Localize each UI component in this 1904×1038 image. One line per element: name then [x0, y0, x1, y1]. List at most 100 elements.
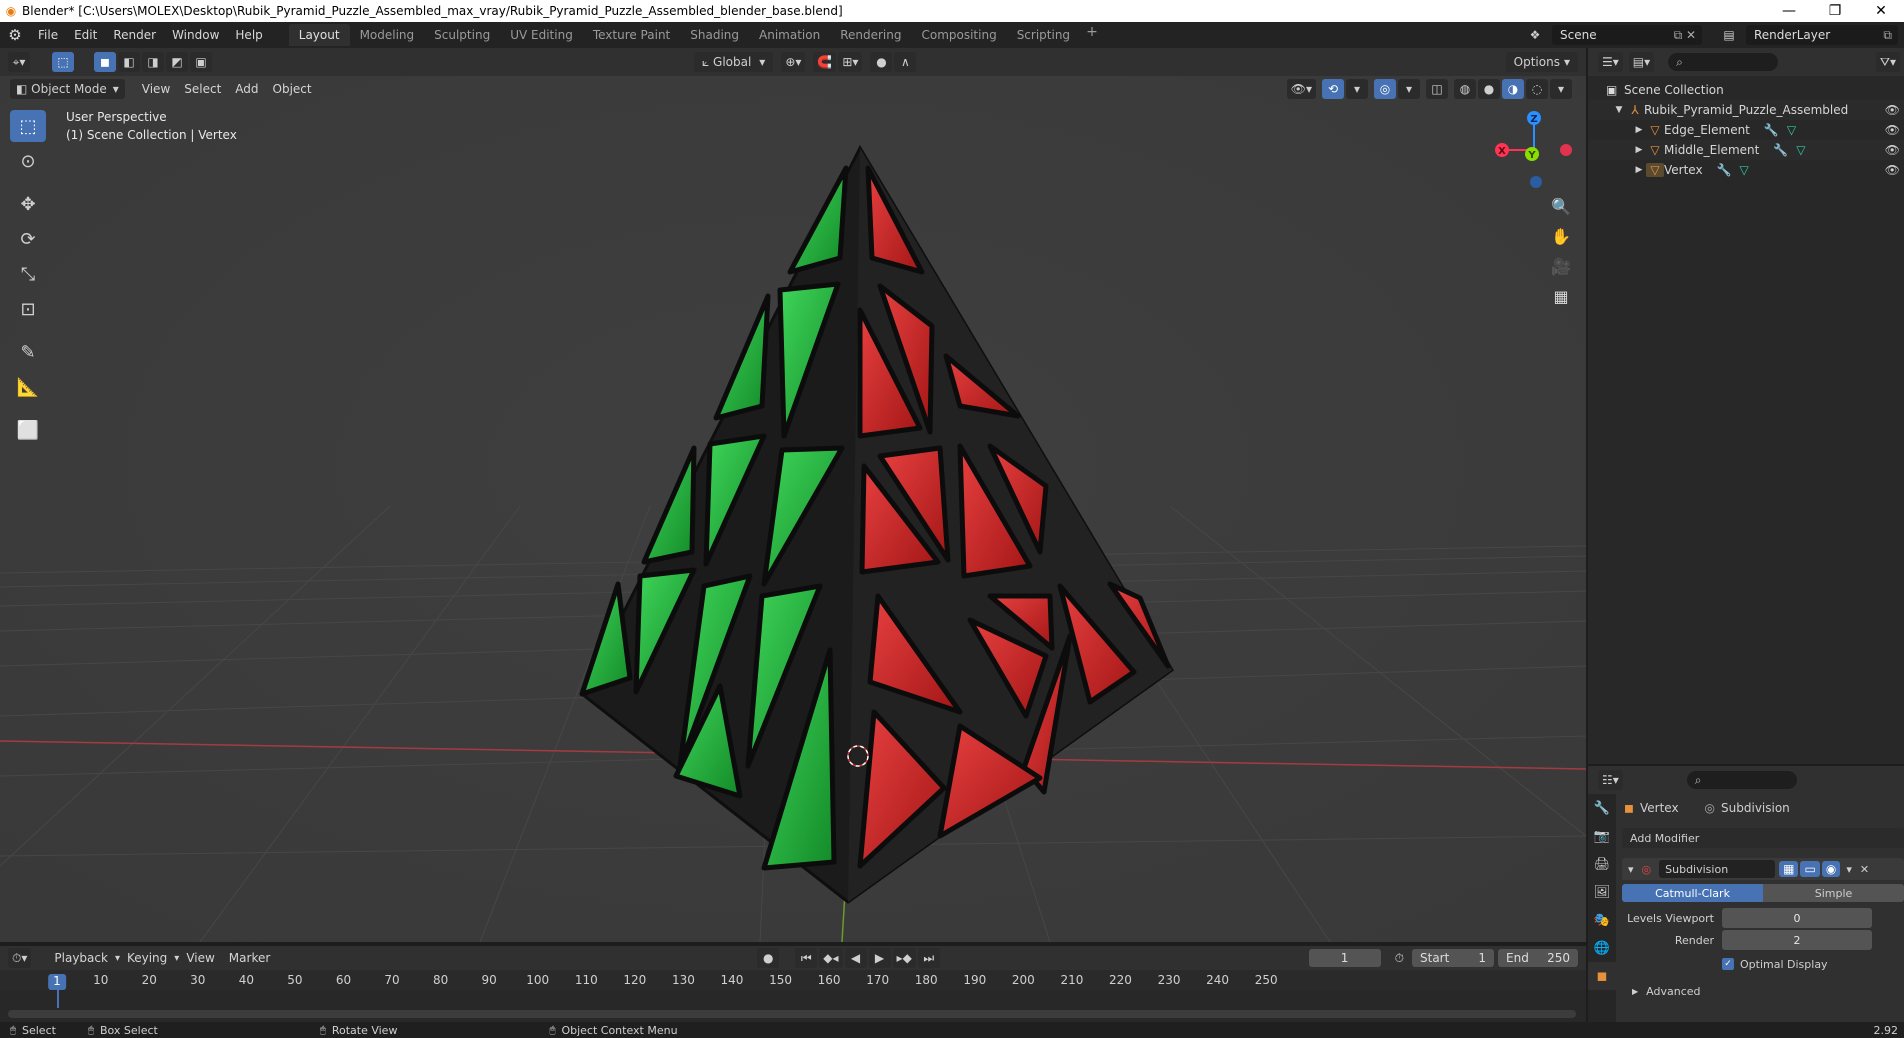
timeline-menu-playback[interactable]: Playback	[47, 951, 115, 965]
scene-selector-icon[interactable]: ❖	[1522, 25, 1548, 45]
move-tool[interactable]: ✥	[10, 188, 46, 220]
tab-sculpting[interactable]: Sculpting	[424, 24, 500, 46]
filter-icon[interactable]: ⛛▾	[1875, 52, 1900, 72]
timeline-menu-marker[interactable]: Marker	[222, 951, 277, 965]
view-layer-field[interactable]: RenderLayer ⧉	[1746, 25, 1898, 45]
collapse-down-icon[interactable]: ▾	[1628, 863, 1634, 876]
cursor-tool[interactable]: ⊙	[10, 145, 46, 177]
tab-compositing[interactable]: Compositing	[911, 24, 1006, 46]
timeline-editor-type-icon[interactable]: ⏱▾	[8, 948, 32, 968]
mesh-data-icon[interactable]: ▽	[1796, 143, 1805, 157]
add-cube-tool[interactable]: ⬜	[10, 414, 46, 446]
select-box-tool[interactable]: ⬚	[10, 110, 46, 142]
shading-dropdown-icon[interactable]: ▾	[1550, 79, 1572, 99]
add-modifier-dropdown[interactable]: Add Modifier	[1622, 828, 1904, 848]
scale-tool[interactable]: ⤡	[10, 258, 46, 290]
transform-tool[interactable]: ⊡	[10, 293, 46, 325]
material-shading-icon[interactable]: ◑	[1502, 79, 1524, 99]
snap-target-icon[interactable]: ⊞▾	[838, 52, 863, 72]
catmull-clark-button[interactable]: Catmull-Clark	[1622, 884, 1763, 902]
view-layer-icon[interactable]: ▤	[1716, 25, 1742, 45]
select-mode-invert-icon[interactable]: ◩	[166, 52, 188, 72]
menu-render[interactable]: Render	[105, 28, 164, 42]
tab-modeling[interactable]: Modeling	[350, 24, 425, 46]
select-mode-subtract-icon[interactable]: ◨	[142, 52, 164, 72]
expand-down-icon[interactable]: ▼	[1612, 105, 1626, 115]
minimize-button[interactable]: —	[1766, 3, 1812, 19]
solid-shading-icon[interactable]: ●	[1478, 79, 1500, 99]
modifier-name-field[interactable]: Subdivision	[1659, 860, 1776, 878]
viewport-menu-view[interactable]: View	[135, 82, 177, 96]
add-workspace-button[interactable]: +	[1080, 24, 1104, 46]
3d-viewport[interactable]: Z X Y	[0, 76, 1586, 942]
proportional-edit-icon[interactable]: ●	[870, 52, 893, 72]
annotate-tool[interactable]: ✎	[10, 336, 46, 368]
scene-tab-icon[interactable]: 🎭	[1588, 906, 1616, 934]
close-icon[interactable]: ✕	[1860, 863, 1869, 876]
tab-layout[interactable]: Layout	[288, 24, 350, 46]
frame-start-field[interactable]: Start 1	[1412, 949, 1494, 967]
menu-file[interactable]: File	[30, 28, 66, 42]
transform-orientation-dropdown[interactable]: ⟀ Global ▾	[694, 52, 774, 72]
viewport-toggle-icon[interactable]: ▭	[1800, 861, 1820, 877]
timeline-scrollbar[interactable]	[8, 1010, 1576, 1018]
modifier-wrench-icon[interactable]: 🔧	[1717, 163, 1732, 177]
close-button[interactable]: ✕	[1858, 3, 1904, 19]
visibility-filter-icon[interactable]: 👁▾	[1286, 79, 1316, 99]
select-tool-icon[interactable]: ⬚	[52, 52, 74, 72]
viewport-menu-select[interactable]: Select	[177, 82, 228, 96]
expand-right-icon[interactable]: ▶	[1632, 125, 1646, 135]
expand-right-icon[interactable]: ▶	[1632, 145, 1646, 155]
tool-tab-icon[interactable]: 🔧	[1588, 794, 1616, 822]
options-dropdown[interactable]: Options ▾	[1505, 52, 1578, 72]
auto-keying-icon[interactable]: ●	[757, 948, 780, 968]
outliner-collection-row[interactable]: ▼ ⅄ Rubik_Pyramid_Puzzle_Assembled 👁	[1588, 100, 1904, 120]
gizmo-neg-x-axis[interactable]	[1560, 144, 1572, 156]
jump-keyframe-back-icon[interactable]: ◆◂	[819, 948, 843, 968]
mode-dropdown[interactable]: ◧ Object Mode ▾	[10, 79, 125, 99]
scene-close-icon[interactable]: ⧉ ✕	[1674, 28, 1696, 43]
world-tab-icon[interactable]: 🌐	[1588, 934, 1616, 962]
select-mode-new-icon[interactable]: ◼	[94, 52, 116, 72]
advanced-subpanel[interactable]: ▶ Advanced	[1616, 982, 1904, 1000]
mesh-data-icon[interactable]: ▽	[1787, 123, 1796, 137]
pan-hand-icon[interactable]: ✋	[1546, 222, 1576, 250]
viewport-menu-add[interactable]: Add	[228, 82, 265, 96]
viewport-menu-object[interactable]: Object	[266, 82, 319, 96]
render-toggle-icon[interactable]: ◉	[1821, 861, 1841, 877]
camera-view-icon[interactable]: 🎥	[1546, 252, 1576, 280]
levels-viewport-field[interactable]: 0	[1722, 908, 1872, 928]
visibility-eye-icon[interactable]: 👁	[1885, 163, 1900, 177]
rotate-tool[interactable]: ⟳	[10, 223, 46, 255]
render-tab-icon[interactable]: 📷	[1588, 822, 1616, 850]
output-tab-icon[interactable]: 🖨	[1588, 850, 1616, 878]
gizmo-neg-z-axis[interactable]	[1530, 176, 1542, 188]
visibility-eye-icon[interactable]: 👁	[1885, 143, 1900, 157]
gizmo-toggle-icon[interactable]: ⟲	[1322, 79, 1344, 99]
menu-window[interactable]: Window	[164, 28, 227, 42]
simple-button[interactable]: Simple	[1763, 884, 1904, 902]
tab-animation[interactable]: Animation	[749, 24, 830, 46]
play-icon[interactable]: ▶	[868, 948, 891, 968]
overlay-toggle-icon[interactable]: ◎	[1374, 79, 1396, 99]
modifier-wrench-icon[interactable]: 🔧	[1764, 123, 1779, 137]
tab-texture-paint[interactable]: Texture Paint	[583, 24, 680, 46]
outliner-item-middle-element[interactable]: ▶ ▽ Middle_Element 🔧 ▽ 👁	[1588, 140, 1904, 160]
timeline-menu-view[interactable]: View	[179, 951, 221, 965]
modifier-wrench-icon[interactable]: 🔧	[1773, 143, 1788, 157]
gizmo-dropdown-icon[interactable]: ▾	[1346, 79, 1368, 99]
outliner-scene-collection[interactable]: ▣ Scene Collection	[1588, 80, 1904, 100]
timeline-ruler[interactable]: 1 10 20 30 40 50 60 70 80 90 100 110 120 130 140 150 16…	[0, 970, 1586, 990]
editor-type-icon[interactable]: ⌖▾	[8, 52, 30, 72]
pivot-point-icon[interactable]: ⊕▾	[781, 52, 806, 72]
properties-editor-type-icon[interactable]: ☷▾	[1598, 770, 1623, 790]
object-tab-icon[interactable]: ◼	[1588, 962, 1616, 990]
xray-toggle-icon[interactable]: ◫	[1426, 79, 1448, 99]
overlay-dropdown-icon[interactable]: ▾	[1398, 79, 1420, 99]
preview-range-icon[interactable]: ⏱	[1395, 951, 1404, 966]
outliner-editor-type-icon[interactable]: ☰▾	[1598, 52, 1623, 72]
blender-menu-icon[interactable]: ⚙	[0, 26, 30, 44]
timeline-track-area[interactable]	[0, 990, 1586, 1022]
tab-shading[interactable]: Shading	[680, 24, 749, 46]
tab-rendering[interactable]: Rendering	[830, 24, 911, 46]
